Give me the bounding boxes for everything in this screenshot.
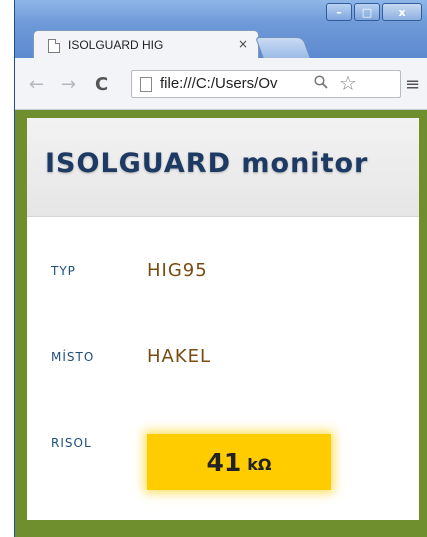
typ-label: TYP <box>51 264 76 278</box>
bookmark-star-icon[interactable]: ☆ <box>339 71 357 95</box>
risol-label: RISOL <box>51 436 92 450</box>
misto-value: HAKEL <box>147 346 212 367</box>
title-bar: – □ x ISOLGUARD HIG × <box>15 0 427 60</box>
reload-icon[interactable]: C <box>95 74 108 95</box>
page-icon <box>140 77 152 92</box>
forward-arrow-icon[interactable]: → <box>61 74 76 95</box>
misto-label: MÍSTO <box>51 350 95 364</box>
risol-unit: kΩ <box>247 454 272 474</box>
page-viewport: ISOLGUARD monitor TYP HIG95 MÍSTO HAKEL … <box>15 110 427 537</box>
page-header: ISOLGUARD monitor <box>27 118 419 217</box>
browser-window: – □ x ISOLGUARD HIG × ← → C file:///C:/U… <box>14 0 427 537</box>
tab-title: ISOLGUARD HIG <box>68 38 164 52</box>
close-window-button[interactable]: x <box>382 3 422 21</box>
new-tab-button[interactable] <box>254 37 312 59</box>
browser-tab[interactable]: ISOLGUARD HIG × <box>33 30 259 60</box>
tab-close-icon[interactable]: × <box>238 37 248 51</box>
url-text[interactable]: file:///C:/Users/Ov <box>160 75 310 92</box>
page-title: ISOLGUARD monitor <box>45 148 369 179</box>
back-arrow-icon[interactable]: ← <box>29 74 44 95</box>
risol-value: 41 <box>206 447 242 477</box>
typ-value: HIG95 <box>147 260 208 281</box>
monitor-page: ISOLGUARD monitor TYP HIG95 MÍSTO HAKEL … <box>27 118 419 520</box>
menu-icon[interactable]: ≡ <box>405 74 420 95</box>
zoom-icon[interactable] <box>314 75 328 93</box>
maximize-button[interactable]: □ <box>354 3 380 21</box>
address-bar[interactable]: file:///C:/Users/Ov ☆ <box>131 70 401 98</box>
page-favicon-icon <box>48 39 60 53</box>
window-controls: – □ x <box>326 3 422 25</box>
minimize-button[interactable]: – <box>326 3 352 21</box>
browser-toolbar: ← → C file:///C:/Users/Ov ☆ ≡ <box>15 58 427 110</box>
risol-value-box: 41 kΩ <box>147 434 331 490</box>
